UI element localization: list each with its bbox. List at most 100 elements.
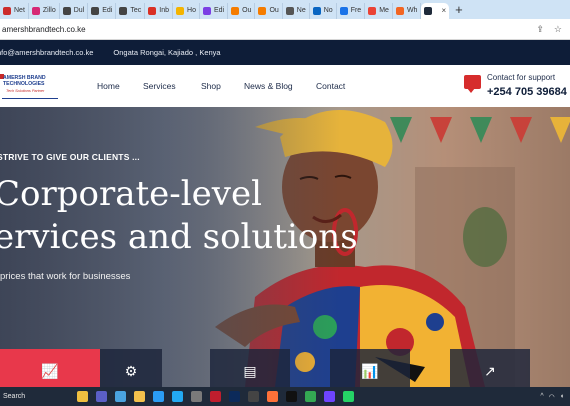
store-icon[interactable] [115,391,126,402]
app2-icon[interactable] [324,391,335,402]
active-tab-favicon-icon [424,6,433,15]
hero-section: STRIVE TO GIVE OUR CLIENTS ... Corporate… [0,107,570,387]
browser-tab[interactable]: Tec [116,2,146,19]
file-explorer-icon[interactable] [77,391,88,402]
system-tray: ^ ◠ ◖ [540,393,570,401]
service-card-growth[interactable]: 📈 [0,349,100,387]
terminal-icon[interactable] [248,391,259,402]
browser-tab[interactable]: Net [0,2,29,19]
nav-shop[interactable]: Shop [201,81,221,91]
bookmark-star-icon[interactable]: ☆ [554,24,562,35]
hero-headline-line2: ervices and solutions [0,217,358,257]
wifi-icon[interactable]: ◠ [549,393,555,401]
browser-tab-label: Ho [187,7,196,14]
browser-tab-label: Net [14,7,25,14]
whatsapp-icon[interactable] [343,391,354,402]
browser-tab[interactable]: Ho [173,2,200,19]
folder-icon[interactable] [134,391,145,402]
nav-news-blog[interactable]: News & Blog [244,81,293,91]
browser-tab-label: Inb [159,7,170,14]
screen: Net Zillo Dul Edi Tec Inb Ho Edi Ou Ou Ne No Fre Me Wh… [0,0,570,406]
browser-tab-label: Me [379,7,389,14]
browser-tab[interactable]: Ou [228,2,256,19]
hero-subtext: prices that work for businesses [0,271,131,282]
tab-favicon-icon [31,6,40,15]
gear-icon: ⚙ [124,363,138,379]
nav-contact[interactable]: Contact [316,81,345,91]
service-card-support[interactable]: ⚙ [100,349,162,387]
browser-tab-strip: Net Zillo Dul Edi Tec Inb Ho Edi Ou Ou Ne No Fre Me Wh… [0,0,570,19]
browser-tab[interactable]: No [310,2,337,19]
logo-line2: TECHNOLOGIES [3,81,45,87]
browser-tab-label: No [323,7,333,14]
service-card-documents[interactable]: ▤ [210,349,290,387]
browser-tab-label: Fre [350,7,362,14]
browser-tab[interactable]: Edi [88,2,117,19]
browser-tab[interactable]: Fre [337,2,366,19]
app-icon[interactable] [191,391,202,402]
teams-icon[interactable] [96,391,107,402]
logo-tagline: Tech Solutions Partner [6,89,45,93]
edge-icon[interactable] [153,391,164,402]
browser-tab[interactable]: Me [365,2,393,19]
tab-favicon-icon [368,6,377,15]
hero-headline-line1: Corporate-level [0,174,262,214]
trend-up-icon: ↗ [484,363,496,379]
browser-tab[interactable]: Wh [393,2,422,19]
chrome-icon[interactable] [305,391,316,402]
tab-favicon-icon [148,6,157,15]
support-phone[interactable]: +254 705 39684 [487,86,567,98]
new-tab-button[interactable]: + [455,2,463,17]
tab-favicon-icon [119,6,128,15]
tab-favicon-icon [258,6,267,15]
tab-favicon-icon [62,6,71,15]
browser-tab-label: Tec [130,7,142,14]
growth-chart-icon: 📈 [41,363,59,379]
nav-services[interactable]: Services [143,81,176,91]
browser-tab[interactable]: Edi [200,2,229,19]
tab-favicon-icon [285,6,294,15]
browser-tab-label: Ne [296,7,306,14]
site-logo[interactable]: AMERSH BRAND TECHNOLOGIES Tech Solutions… [0,72,60,102]
filezilla-icon[interactable] [210,391,221,402]
chevron-up-icon[interactable]: ^ [540,393,543,401]
share-icon[interactable]: ⇪ [536,24,544,35]
site-header: AMERSH BRAND TECHNOLOGIES Tech Solutions… [0,65,570,107]
tab-favicon-icon [339,6,348,15]
logo-rule [2,98,58,99]
browser-tab-label: Edi [213,7,225,14]
browser-tab[interactable]: Dul [60,2,89,19]
tab-favicon-icon [176,6,185,15]
service-card-analytics[interactable]: 📊 [330,349,410,387]
browser-tab[interactable]: Ou [255,2,283,19]
service-card-marketing[interactable]: ↗ [450,349,530,387]
volume-icon[interactable]: ◖ [560,393,564,401]
tab-favicon-icon [202,6,211,15]
browser-tab[interactable]: Zillo [29,2,60,19]
photoshop-icon[interactable] [229,391,240,402]
browser-tab[interactable]: Ne [283,2,310,19]
url-text[interactable]: amershbrandtech.co.ke [2,25,86,34]
tiktok-icon[interactable] [286,391,297,402]
browser-tab-active[interactable]: × [421,2,450,19]
tab-favicon-icon [395,6,404,15]
contact-email[interactable]: nfo@amershbrandtech.co.ke [0,48,93,57]
address-bar-actions: ⇪ ☆ [536,24,570,35]
browser-tab-label: Edi [102,7,113,14]
document-icon: ▤ [243,363,257,379]
browser-tab-label: Wh [406,7,418,14]
bunting-flag [550,117,570,143]
browser-tab[interactable]: Inb [145,2,174,19]
search-label: Search [3,393,26,400]
close-tab-icon[interactable]: × [441,6,446,15]
tab-favicon-icon [231,6,240,15]
nav-home[interactable]: Home [97,81,120,91]
browser-tab-label: Dul [73,7,85,14]
vscode-icon[interactable] [172,391,183,402]
taskbar-search[interactable]: Search [3,393,73,400]
address-bar[interactable]: amershbrandtech.co.ke ⇪ ☆ [0,19,570,40]
tab-favicon-icon [91,6,100,15]
support-label: Contact for support [487,73,556,82]
firefox-icon[interactable] [267,391,278,402]
browser-tab-label: Zillo [42,7,56,14]
